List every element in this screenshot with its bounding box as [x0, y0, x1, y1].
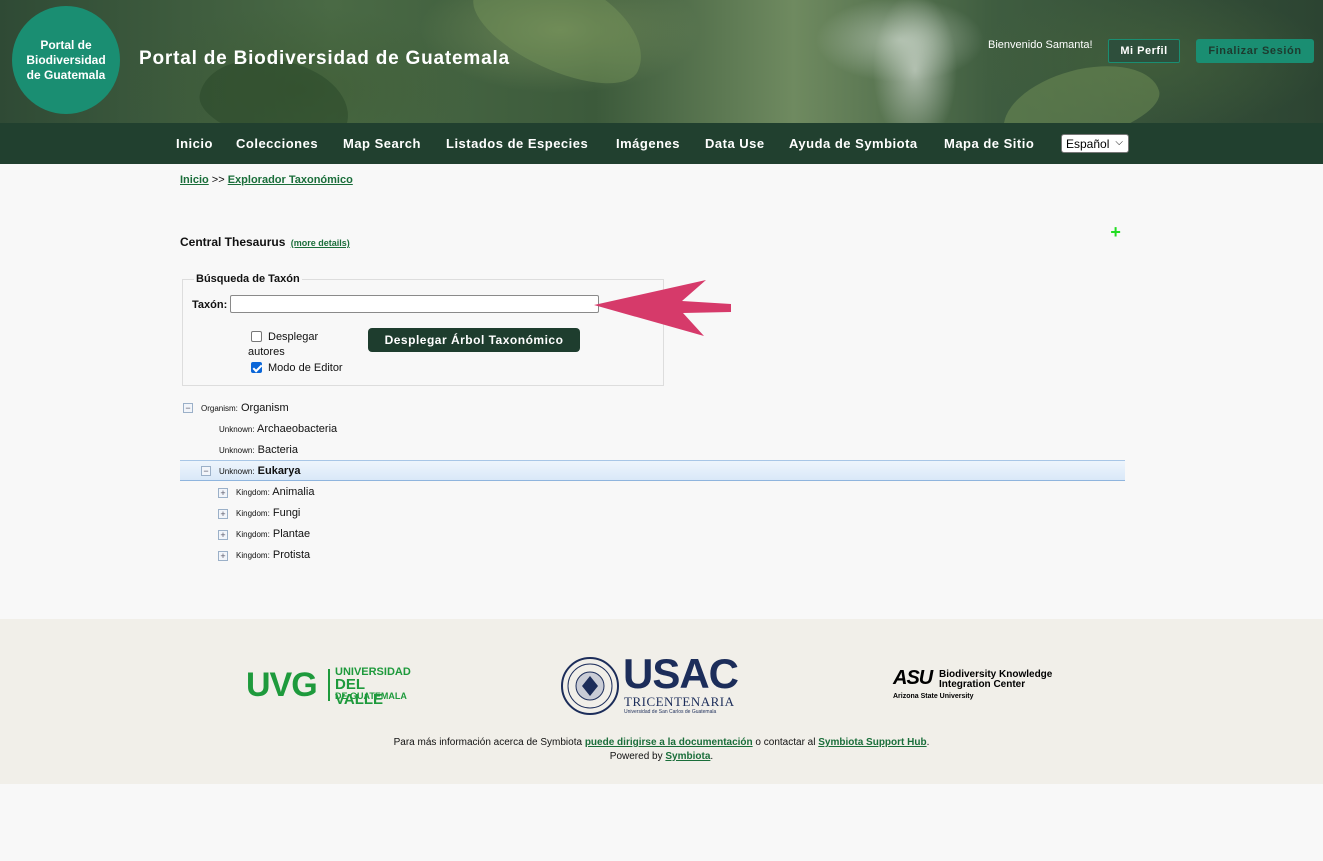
- tree-node-eukarya[interactable]: Unknown: Eukarya: [219, 465, 300, 477]
- tree-node-name: Archaeobacteria: [257, 423, 338, 435]
- footer-powered-suffix: .: [710, 751, 714, 762]
- tree-node-rank: Kingdom:: [236, 530, 270, 539]
- tree-node-fungi[interactable]: Kingdom: Fungi: [236, 507, 300, 519]
- site-footer: UVG UNIVERSIDAD DEL VALLE DE GUATEMALA U…: [0, 619, 1323, 784]
- tree-node-rank: Organism:: [201, 404, 238, 413]
- expand-icon[interactable]: +: [218, 488, 228, 498]
- tree-node-name: Bacteria: [257, 444, 298, 456]
- nav-item-listados[interactable]: Listados de Especies: [446, 136, 588, 151]
- collapse-icon[interactable]: −: [183, 403, 193, 413]
- nav-item-ayuda[interactable]: Ayuda de Symbiota: [789, 136, 918, 151]
- add-taxon-icon[interactable]: +: [1110, 222, 1121, 243]
- usac-logo[interactable]: USAC TRICENTENARIA Universidad de San Ca…: [560, 650, 750, 717]
- site-header: Portal de Biodiversidad de Guatemala Por…: [0, 0, 1323, 123]
- taxon-input[interactable]: [230, 295, 599, 313]
- breadcrumb-separator: >>: [211, 174, 225, 186]
- editor-mode-label: Modo de Editor: [268, 362, 343, 374]
- symbiota-link[interactable]: Symbiota: [665, 751, 710, 762]
- footer-info-middle: o contactar al: [752, 737, 819, 748]
- nav-item-map-search[interactable]: Map Search: [343, 136, 421, 151]
- welcome-message: Bienvenido Samanta!: [988, 39, 1093, 51]
- taxon-search-legend: Búsqueda de Taxón: [194, 273, 302, 285]
- language-select[interactable]: Español ⌵: [1061, 134, 1129, 153]
- annotation-arrow-icon: [594, 280, 731, 336]
- breadcrumb-current-link[interactable]: Explorador Taxonómico: [228, 174, 353, 186]
- show-authors-checkbox[interactable]: [251, 331, 262, 342]
- tree-node-rank: Unknown:: [219, 446, 255, 455]
- taxon-label: Taxón:: [192, 299, 228, 311]
- language-value: Español: [1066, 136, 1110, 151]
- uvg-logo-short: UVG: [246, 666, 318, 704]
- tree-node-name: Fungi: [272, 507, 301, 519]
- footer-info-prefix: Para más información acerca de Symbiota: [393, 737, 585, 748]
- nav-item-imagenes[interactable]: Imágenes: [616, 136, 680, 151]
- usac-logo-line2: Universidad de San Carlos de Guatemala: [624, 709, 717, 715]
- display-tree-button[interactable]: Desplegar Árbol Taxonómico: [368, 328, 580, 352]
- site-logo[interactable]: Portal de Biodiversidad de Guatemala: [12, 6, 120, 114]
- footer-powered-prefix: Powered by: [609, 751, 666, 762]
- nav-item-colecciones[interactable]: Colecciones: [236, 136, 318, 151]
- tree-node-organism[interactable]: Organism: Organism: [201, 402, 289, 414]
- editor-mode-checkbox[interactable]: [251, 362, 262, 373]
- tree-node-rank: Kingdom:: [236, 551, 270, 560]
- footer-info-suffix: .: [926, 737, 930, 748]
- breadcrumb: Inicio >> Explorador Taxonómico: [180, 174, 353, 186]
- footer-info-text: Para más información acerca de Symbiota …: [0, 737, 1323, 748]
- nav-item-mapa-sitio[interactable]: Mapa de Sitio: [944, 136, 1034, 151]
- collapse-icon[interactable]: −: [201, 466, 211, 476]
- uvg-logo-divider: [328, 669, 330, 701]
- asu-logo-short: ASU: [893, 667, 933, 689]
- logo-text: Portal de Biodiversidad de Guatemala: [26, 37, 106, 82]
- tree-node-rank: Kingdom:: [236, 488, 270, 497]
- thesaurus-title-text: Central Thesaurus: [180, 235, 286, 249]
- asu-logo[interactable]: ASU Biodiversity Knowledge Integration C…: [893, 667, 1073, 705]
- expand-icon[interactable]: +: [218, 551, 228, 561]
- thesaurus-title: Central Thesaurus (more details): [180, 235, 350, 249]
- breadcrumb-home-link[interactable]: Inicio: [180, 174, 209, 186]
- tree-selected-row-highlight: [180, 460, 1125, 481]
- expand-icon[interactable]: +: [218, 530, 228, 540]
- tree-node-bacteria[interactable]: Unknown: Bacteria: [219, 444, 298, 456]
- more-details-link[interactable]: (more details): [291, 238, 350, 248]
- tree-node-rank: Unknown:: [219, 467, 255, 476]
- tree-node-rank: Kingdom:: [236, 509, 270, 518]
- chevron-down-icon: ⌵: [1115, 137, 1123, 148]
- support-hub-link[interactable]: Symbiota Support Hub: [818, 737, 926, 748]
- nav-item-data-use[interactable]: Data Use: [705, 136, 765, 151]
- asu-logo-line2: Integration Center: [939, 679, 1026, 690]
- logout-button[interactable]: Finalizar Sesión: [1196, 39, 1314, 63]
- documentation-link[interactable]: puede dirigirse a la documentación: [585, 737, 753, 748]
- show-authors-label-line2: autores: [248, 346, 285, 358]
- tree-node-protista[interactable]: Kingdom: Protista: [236, 549, 310, 561]
- tree-node-plantae[interactable]: Kingdom: Plantae: [236, 528, 310, 540]
- tree-node-name: Protista: [272, 549, 311, 561]
- tree-node-rank: Unknown:: [219, 425, 255, 434]
- usac-logo-short: USAC: [623, 650, 739, 697]
- usac-seal-icon: [561, 657, 619, 715]
- tree-node-animalia[interactable]: Kingdom: Animalia: [236, 486, 314, 498]
- usac-logo-line1: TRICENTENARIA: [624, 694, 735, 709]
- uvg-logo-line3: DE GUATEMALA: [335, 691, 407, 701]
- tree-node-name: Animalia: [272, 486, 315, 498]
- footer-powered-text: Powered by Symbiota.: [0, 751, 1323, 762]
- expand-icon[interactable]: +: [218, 509, 228, 519]
- show-authors-label: Desplegar: [268, 331, 319, 343]
- site-title[interactable]: Portal de Biodiversidad de Guatemala: [139, 48, 510, 70]
- nav-item-inicio[interactable]: Inicio: [176, 136, 213, 151]
- uvg-logo[interactable]: UVG UNIVERSIDAD DEL VALLE DE GUATEMALA: [246, 666, 416, 708]
- tree-node-name: Organism: [240, 402, 289, 414]
- tree-node-archaeobacteria[interactable]: Unknown: Archaeobacteria: [219, 423, 337, 435]
- profile-button[interactable]: Mi Perfil: [1108, 39, 1180, 63]
- tree-node-name: Eukarya: [257, 465, 301, 477]
- asu-logo-line3: Arizona State University: [893, 693, 974, 700]
- tree-node-name: Plantae: [272, 528, 311, 540]
